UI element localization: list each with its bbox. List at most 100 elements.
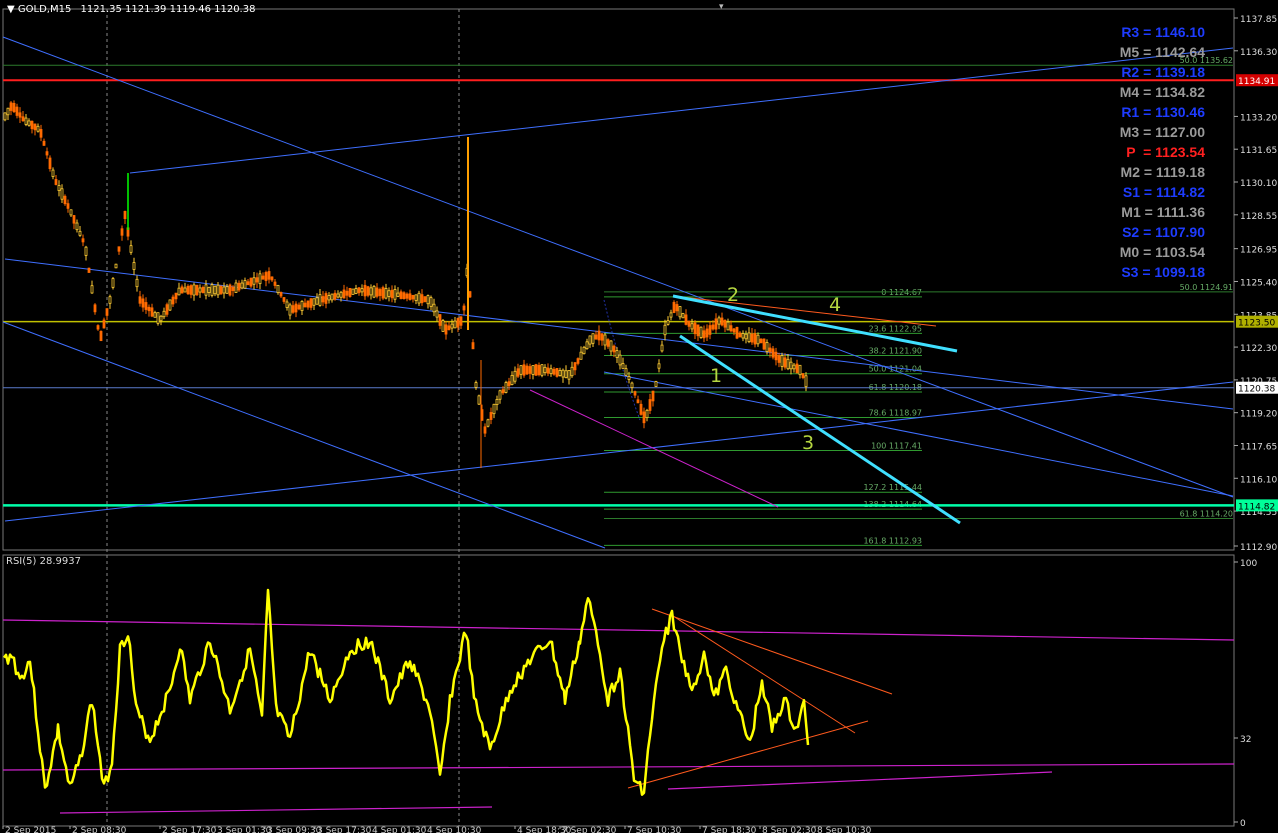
- candle-body: [144, 302, 148, 310]
- time-axis-label: 7 Sep 18:30: [702, 826, 757, 833]
- candle-body: [222, 286, 226, 294]
- candle-body: [546, 367, 550, 374]
- dotted-curve: [603, 299, 641, 421]
- candle-body: [285, 301, 289, 308]
- price-axis-label: 1116.10: [1240, 475, 1277, 485]
- candle-body: [165, 304, 169, 315]
- rsi-channel-upper: [2, 619, 1235, 641]
- candle-body: [714, 318, 718, 330]
- rsi-axis-label: 32: [1240, 735, 1251, 745]
- candle-body: [531, 365, 535, 375]
- candle-body: [300, 300, 304, 312]
- candle-body: [534, 364, 538, 376]
- chart-shift-icon[interactable]: ▾: [719, 2, 733, 12]
- candle-body: [258, 273, 262, 285]
- candle-body: [6, 107, 10, 116]
- candle-body: [507, 381, 511, 387]
- candle-body: [351, 288, 355, 295]
- candle-body: [150, 307, 154, 317]
- candle-body: [342, 289, 346, 299]
- price-panel-border: [2, 8, 1235, 551]
- candle-body: [243, 280, 247, 289]
- candle-body: [540, 364, 544, 376]
- candle-body: [228, 284, 232, 296]
- candle-body: [696, 324, 700, 337]
- candle-body: [429, 297, 433, 307]
- candle-body: [111, 278, 115, 288]
- candle-body: [120, 228, 124, 236]
- candle-body: [177, 287, 181, 296]
- candle-body: [681, 313, 685, 319]
- candle-body: [294, 303, 298, 313]
- candle-body: [513, 370, 517, 382]
- candle-body: [369, 287, 373, 296]
- candle-body: [591, 333, 595, 344]
- candle-body: [795, 363, 799, 374]
- candle-body: [81, 238, 85, 243]
- candle-body: [492, 403, 496, 415]
- candle-body: [345, 290, 349, 296]
- candle-body: [783, 357, 787, 368]
- candle-body: [600, 333, 604, 341]
- time-axis-label: 4 Sep 01:30: [372, 826, 427, 833]
- price-axis-label: 1125.40: [1240, 278, 1277, 288]
- candle-body: [153, 312, 157, 318]
- price-axis-label: 1119.20: [1240, 410, 1277, 420]
- candle-body: [309, 298, 313, 308]
- candle-body: [498, 390, 502, 400]
- candle-body: [687, 320, 691, 327]
- candle-body: [36, 125, 40, 132]
- trend-line: [2, 36, 1234, 498]
- candle-body: [3, 112, 7, 121]
- candle-body: [426, 295, 430, 305]
- candle-body: [171, 296, 175, 305]
- collapse-triangle-icon[interactable]: ▼: [7, 4, 15, 15]
- candle-body: [60, 188, 64, 200]
- candle-body: [315, 297, 319, 305]
- time-axis-label: 4 Sep 10:30: [427, 826, 482, 833]
- candle-body: [690, 323, 694, 330]
- pivot-level-label: M2 = 1119.18: [1120, 164, 1205, 180]
- candle-body: [705, 328, 709, 338]
- candle-body: [270, 276, 274, 281]
- fib-level-label: 161.8 1112.93: [863, 536, 922, 545]
- candle-body: [582, 346, 586, 355]
- candle-body: [423, 296, 427, 303]
- candle-body: [576, 358, 580, 364]
- candle-body: [450, 323, 454, 329]
- candle-body: [468, 291, 472, 298]
- candle-body: [753, 333, 757, 345]
- candle-body: [393, 289, 397, 300]
- candle-body: [156, 312, 160, 324]
- candle-body: [516, 368, 520, 377]
- price-tag-label: 1123.50: [1238, 319, 1275, 329]
- pivot-level-label: M4 = 1134.82: [1119, 84, 1205, 100]
- candle-body: [741, 333, 745, 339]
- candle-body: [267, 271, 271, 280]
- time-axis-label: 2 Sep 2015: [5, 826, 56, 833]
- candle-body: [777, 355, 781, 363]
- pivot-level-label: M0 = 1103.54: [1119, 244, 1205, 260]
- time-axis-label: 3 Sep 17:30: [317, 826, 372, 833]
- candle-body: [645, 409, 649, 419]
- candle-body: [417, 292, 421, 304]
- wave-label-3: 3: [802, 432, 814, 454]
- candle-body: [42, 140, 46, 146]
- candle-body: [225, 286, 229, 294]
- candle-body: [435, 310, 439, 318]
- candle-body: [135, 278, 139, 288]
- candle-body: [381, 287, 385, 299]
- pivot-level-label: R2 = 1139.18: [1121, 64, 1205, 80]
- candle-body: [447, 325, 451, 331]
- candle-body: [612, 345, 616, 353]
- candle-body: [51, 169, 55, 177]
- candle-body: [747, 332, 751, 342]
- candle-body: [726, 321, 730, 331]
- fib-level-label: 78.6 1118.97: [869, 409, 922, 418]
- candle-body: [255, 277, 259, 283]
- candle-body: [306, 300, 310, 308]
- price-chart-canvas[interactable]: 1137.85 1136.30 1133.20 1131.65 1130.10 1128.…: [0, 0, 1278, 833]
- candle-body: [195, 284, 199, 296]
- fib-level-label: 50.0 1121.04: [869, 365, 922, 374]
- candle-body: [441, 320, 445, 332]
